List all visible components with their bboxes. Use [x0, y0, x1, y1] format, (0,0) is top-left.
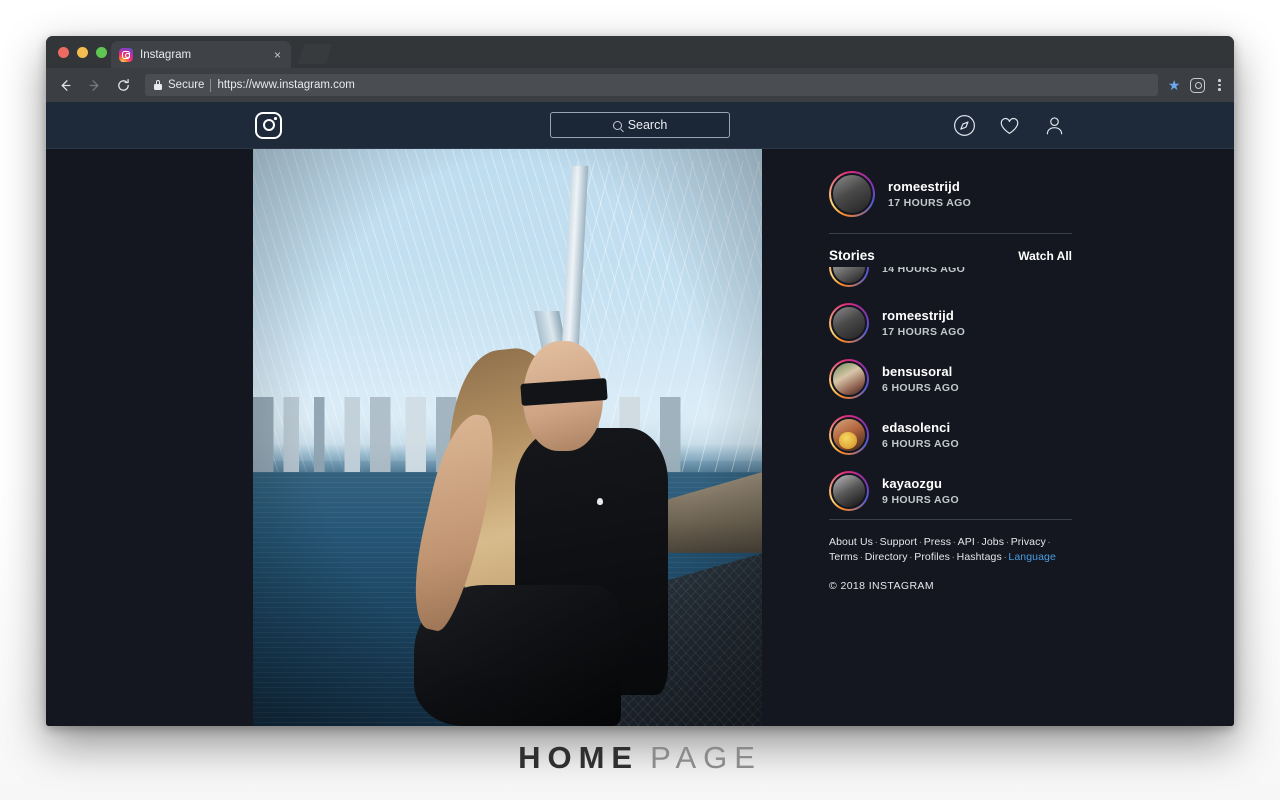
current-user-username[interactable]: romeestrijd: [888, 179, 971, 194]
avatar[interactable]: [829, 415, 869, 455]
footer-link-about-us[interactable]: About Us: [829, 536, 873, 548]
tab-title: Instagram: [140, 48, 192, 61]
story-username[interactable]: edasolenci: [882, 420, 959, 435]
footer-link-directory[interactable]: Directory: [865, 551, 908, 563]
instagram-header: Search: [46, 102, 1234, 149]
list-item[interactable]: bensusoral 6 HOURS AGO: [829, 351, 1072, 407]
address-bar[interactable]: Secure https://www.instagram.com: [145, 74, 1158, 96]
instagram-app: Search romeestrijd 17 HOURS AGO Stories …: [46, 102, 1234, 726]
current-user-row[interactable]: romeestrijd 17 HOURS AGO: [829, 171, 1072, 217]
story-time: 17 HOURS AGO: [882, 326, 966, 338]
story-time: 6 HOURS AGO: [882, 438, 959, 450]
footer-link-privacy[interactable]: Privacy: [1011, 536, 1046, 548]
caption-light: PAGE: [650, 740, 762, 775]
lock-icon: [154, 80, 162, 90]
browser-window: Instagram × Secure https://www.instagram…: [46, 36, 1234, 726]
avatar[interactable]: [829, 303, 869, 343]
instagram-favicon-icon: [119, 47, 133, 62]
story-username[interactable]: kayaozgu: [882, 476, 959, 491]
footer-link-hashtags[interactable]: Hashtags: [957, 551, 1002, 563]
footer-link-jobs[interactable]: Jobs: [982, 536, 1005, 548]
bookmark-star-icon[interactable]: ★: [1168, 78, 1181, 92]
footer-link-press[interactable]: Press: [924, 536, 951, 548]
caption-bold: HOME: [518, 740, 640, 775]
avatar[interactable]: [829, 267, 869, 287]
reload-icon[interactable]: [114, 76, 133, 95]
instagram-nav: [953, 114, 1066, 137]
heart-icon[interactable]: [998, 114, 1021, 137]
divider: [829, 233, 1072, 234]
post-photo[interactable]: [253, 149, 762, 726]
list-item[interactable]: 14 HOURS AGO: [829, 267, 1072, 295]
maximize-window-button[interactable]: [96, 47, 107, 58]
avatar[interactable]: [829, 171, 875, 217]
list-item[interactable]: kayaozgu 9 HOURS AGO: [829, 463, 1072, 517]
feed-column: [253, 149, 762, 726]
forward-arrow-icon: [85, 76, 104, 95]
minimize-window-button[interactable]: [77, 47, 88, 58]
instagram-extension-icon[interactable]: [1190, 77, 1206, 93]
stories-list[interactable]: 14 HOURS AGO romeestrijd 17 HOURS AGO be…: [829, 267, 1072, 517]
omnibox-divider: [210, 78, 212, 92]
compass-icon[interactable]: [953, 114, 976, 137]
kebab-menu-icon[interactable]: [1215, 78, 1224, 92]
photo-vignette: [253, 149, 762, 726]
browser-toolbar: Secure https://www.instagram.com ★: [46, 68, 1234, 102]
instagram-body: romeestrijd 17 HOURS AGO Stories Watch A…: [46, 149, 1234, 726]
story-username[interactable]: romeestrijd: [882, 308, 965, 323]
footer-links: About Us · Support · Press · API · Jobs · Privacy ·…: [829, 536, 1056, 563]
story-time: 6 HOURS AGO: [882, 382, 959, 394]
secure-label: Secure: [168, 79, 205, 91]
story-time: 14 HOURS AGO: [882, 267, 966, 275]
caption: HOME PAGE: [0, 740, 1280, 776]
person-icon[interactable]: [1043, 114, 1066, 137]
footer-link-api[interactable]: API: [958, 536, 975, 548]
stories-header: Stories Watch All: [829, 248, 1072, 263]
story-username[interactable]: bensusoral: [882, 364, 959, 379]
search-icon: [612, 120, 622, 130]
list-item[interactable]: edasolenci 6 HOURS AGO: [829, 407, 1072, 463]
divider: [829, 519, 1072, 520]
close-tab-icon[interactable]: ×: [272, 49, 283, 61]
back-arrow-icon[interactable]: [56, 76, 75, 95]
footer-link-language[interactable]: Language: [1008, 551, 1056, 563]
current-user-time: 17 HOURS AGO: [888, 197, 972, 209]
stories-title: Stories: [829, 248, 875, 263]
new-tab-button[interactable]: [297, 44, 333, 64]
avatar[interactable]: [829, 471, 869, 511]
url-text: https://www.instagram.com: [217, 79, 355, 91]
browser-tab[interactable]: Instagram ×: [111, 41, 291, 68]
close-window-button[interactable]: [58, 47, 69, 58]
footer-link-terms[interactable]: Terms: [829, 551, 858, 563]
sidebar-footer: About Us · Support · Press · API · Jobs · Privacy ·…: [829, 535, 1079, 592]
search-placeholder: Search: [627, 118, 668, 132]
copyright-text: © 2018 INSTAGRAM: [829, 580, 934, 592]
browser-tab-bar: Instagram ×: [46, 36, 1234, 68]
search-input[interactable]: Search: [550, 112, 730, 138]
footer-link-support[interactable]: Support: [880, 536, 917, 548]
sidebar: romeestrijd 17 HOURS AGO Stories Watch A…: [782, 149, 1072, 726]
window-controls: [58, 47, 107, 58]
story-time: 9 HOURS AGO: [882, 494, 959, 506]
avatar[interactable]: [829, 359, 869, 399]
instagram-logo-icon[interactable]: [255, 111, 282, 139]
footer-link-profiles[interactable]: Profiles: [914, 551, 950, 563]
watch-all-link[interactable]: Watch All: [1018, 249, 1072, 263]
list-item[interactable]: romeestrijd 17 HOURS AGO: [829, 295, 1072, 351]
